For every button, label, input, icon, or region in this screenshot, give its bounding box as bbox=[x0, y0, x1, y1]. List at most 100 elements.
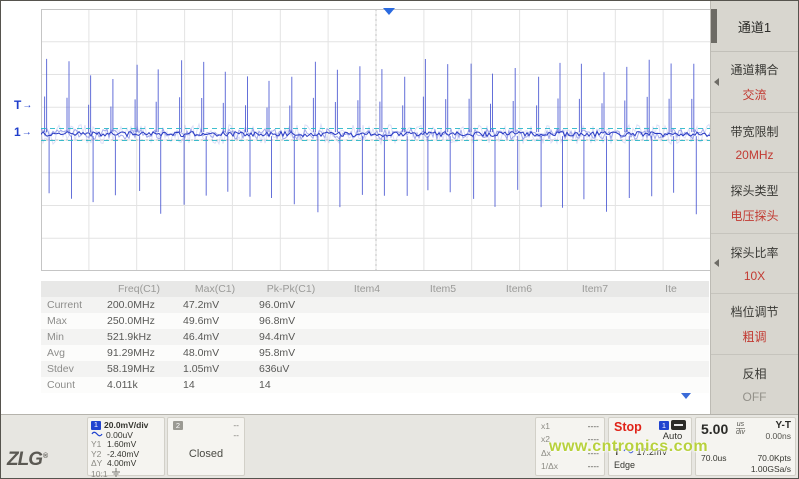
table-cell bbox=[633, 329, 709, 345]
table-cell bbox=[329, 345, 405, 361]
table-cell: 14 bbox=[177, 377, 253, 393]
table-cell bbox=[633, 313, 709, 329]
menu-section-1[interactable]: 通道耦合交流 bbox=[711, 52, 798, 113]
table-cell: 48.0mV bbox=[177, 345, 253, 361]
table-cell bbox=[633, 297, 709, 313]
menu-section-4[interactable]: 探头比率10X bbox=[711, 234, 798, 295]
table-cell bbox=[557, 297, 633, 313]
ch1-cursor-readouts: Y11.60mVY2-2.40mVΔY4.00mV bbox=[91, 440, 161, 469]
ground-icon bbox=[111, 468, 121, 479]
right-arrow-icon: → bbox=[22, 127, 32, 138]
table-cell bbox=[557, 329, 633, 345]
cursor-label: x1 bbox=[541, 420, 550, 433]
table-cell bbox=[633, 377, 709, 393]
channel-menu-sidebar: 通道1 通道耦合交流带宽限制20MHz探头类型电压探头探头比率10X档位调节粗调… bbox=[710, 1, 798, 416]
menu-section-6[interactable]: 反相 OFF bbox=[711, 355, 798, 416]
x-cursor-row: x1 ---- bbox=[541, 420, 599, 433]
ch2-offset: -- bbox=[233, 430, 239, 440]
oscilloscope-screen: T→ 1→ Freq(C1)Max(C1)Pk-Pk(C1)Item4Item5… bbox=[0, 0, 799, 479]
row-label: Count bbox=[41, 377, 101, 393]
trigger-coupling-icon bbox=[671, 420, 686, 430]
table-cell bbox=[405, 377, 481, 393]
table-cell: 4.011k bbox=[101, 377, 177, 393]
row-label: Stdev bbox=[41, 361, 101, 377]
waveform-plot[interactable] bbox=[41, 9, 711, 271]
table-cell: 46.4mV bbox=[177, 329, 253, 345]
cursor-label: 1/Δx bbox=[541, 460, 558, 473]
column-header: Item6 bbox=[481, 281, 557, 297]
column-header: Freq(C1) bbox=[101, 281, 177, 297]
table-header-row: Freq(C1)Max(C1)Pk-Pk(C1)Item4Item5Item6I… bbox=[41, 281, 709, 297]
table-row: Stdev58.19MHz1.05mV636uV bbox=[41, 361, 709, 377]
table-cell bbox=[405, 361, 481, 377]
menu-title: 通道1 bbox=[711, 1, 798, 52]
column-header: Item5 bbox=[405, 281, 481, 297]
table-cell bbox=[481, 329, 557, 345]
table-cell: 14 bbox=[253, 377, 329, 393]
table-cell bbox=[405, 329, 481, 345]
table-row: Min521.9kHz46.4mV94.4mV bbox=[41, 329, 709, 345]
menu-section-2[interactable]: 带宽限制20MHz bbox=[711, 113, 798, 174]
table-cell bbox=[329, 313, 405, 329]
ch1-probe-ratio: 10:1 bbox=[91, 469, 108, 479]
menu-value: 交流 bbox=[742, 86, 766, 103]
table-cell: 58.19MHz bbox=[101, 361, 177, 377]
trigger-level-marker[interactable]: T→ bbox=[14, 98, 32, 112]
row-label: Current bbox=[41, 297, 101, 313]
ch1-scale: 20.0mV/div bbox=[104, 420, 148, 430]
table-cell bbox=[557, 361, 633, 377]
table-cell: 250.0MHz bbox=[101, 313, 177, 329]
table-row: Max250.0MHz49.6mV96.8mV bbox=[41, 313, 709, 329]
table-cell bbox=[405, 297, 481, 313]
y-cursor-row: ΔY4.00mV bbox=[91, 459, 161, 469]
timebase-unit: us div bbox=[736, 421, 745, 436]
table-row: Avg91.29MHz48.0mV95.8mV bbox=[41, 345, 709, 361]
menu-section-5[interactable]: 档位调节粗调 bbox=[711, 294, 798, 355]
table-cell bbox=[329, 329, 405, 345]
menu-label: 带宽限制 bbox=[730, 123, 778, 140]
row-label: Max bbox=[41, 313, 101, 329]
row-label: Avg bbox=[41, 345, 101, 361]
table-row: Count4.011k1414 bbox=[41, 377, 709, 393]
menu-section-3[interactable]: 探头类型电压探头 bbox=[711, 173, 798, 234]
ch1-status-panel[interactable]: 1 20.0mV/div 0.00uV Y11.60mVY2-2.40mVΔY4… bbox=[87, 417, 165, 476]
memory-depth: 70.0Kpts bbox=[757, 453, 791, 463]
timebase-scale: 5.00 bbox=[701, 421, 728, 437]
cursor-value: ---- bbox=[588, 420, 599, 433]
column-header: Item4 bbox=[329, 281, 405, 297]
table-cell bbox=[633, 345, 709, 361]
zlg-logo: ZLG® bbox=[7, 449, 47, 471]
menu-value: OFF bbox=[743, 390, 767, 404]
ch2-badge: 2 bbox=[173, 421, 183, 430]
x-cursor-row: 1/Δx---- bbox=[541, 460, 599, 473]
table-cell bbox=[557, 377, 633, 393]
registered-mark-icon: ® bbox=[43, 453, 47, 460]
table-scroll-down-icon[interactable] bbox=[681, 393, 691, 399]
trigger-delay: 0.00ns bbox=[765, 431, 791, 441]
channel1-marker-label: 1 bbox=[14, 125, 21, 139]
menu-value: 电压探头 bbox=[730, 207, 778, 224]
table-cell: 1.05mV bbox=[177, 361, 253, 377]
ch2-scale: -- bbox=[233, 420, 239, 430]
menu-label: 反相 bbox=[742, 365, 766, 382]
table-cell bbox=[329, 377, 405, 393]
timebase-unit-top: us bbox=[736, 421, 745, 429]
table-cell: 521.9kHz bbox=[101, 329, 177, 345]
menu-value: 10X bbox=[744, 269, 765, 283]
channel1-offset-marker[interactable]: 1→ bbox=[14, 125, 32, 139]
sample-rate: 1.00GSa/s bbox=[751, 464, 791, 474]
menu-tab-indicator bbox=[711, 9, 717, 43]
table-cell: 95.8mV bbox=[253, 345, 329, 361]
corner-cell bbox=[41, 281, 101, 297]
table-row: Current200.0MHz47.2mV96.0mV bbox=[41, 297, 709, 313]
measurement-table[interactable]: Freq(C1)Max(C1)Pk-Pk(C1)Item4Item5Item6I… bbox=[41, 281, 709, 393]
menu-label: 通道耦合 bbox=[730, 61, 778, 78]
table-cell bbox=[557, 313, 633, 329]
ch2-status-panel[interactable]: 2 -- -- Closed bbox=[167, 417, 245, 476]
trigger-position-marker-icon[interactable] bbox=[383, 8, 395, 15]
run-state-indicator[interactable]: Stop bbox=[614, 420, 642, 434]
table-cell bbox=[329, 297, 405, 313]
submenu-arrow-icon bbox=[714, 78, 719, 86]
right-arrow-icon: → bbox=[22, 100, 32, 111]
timebase-panel[interactable]: 5.00 us div Y-T 0.00ns 70.0us 70.0Kpts 1… bbox=[695, 417, 796, 476]
